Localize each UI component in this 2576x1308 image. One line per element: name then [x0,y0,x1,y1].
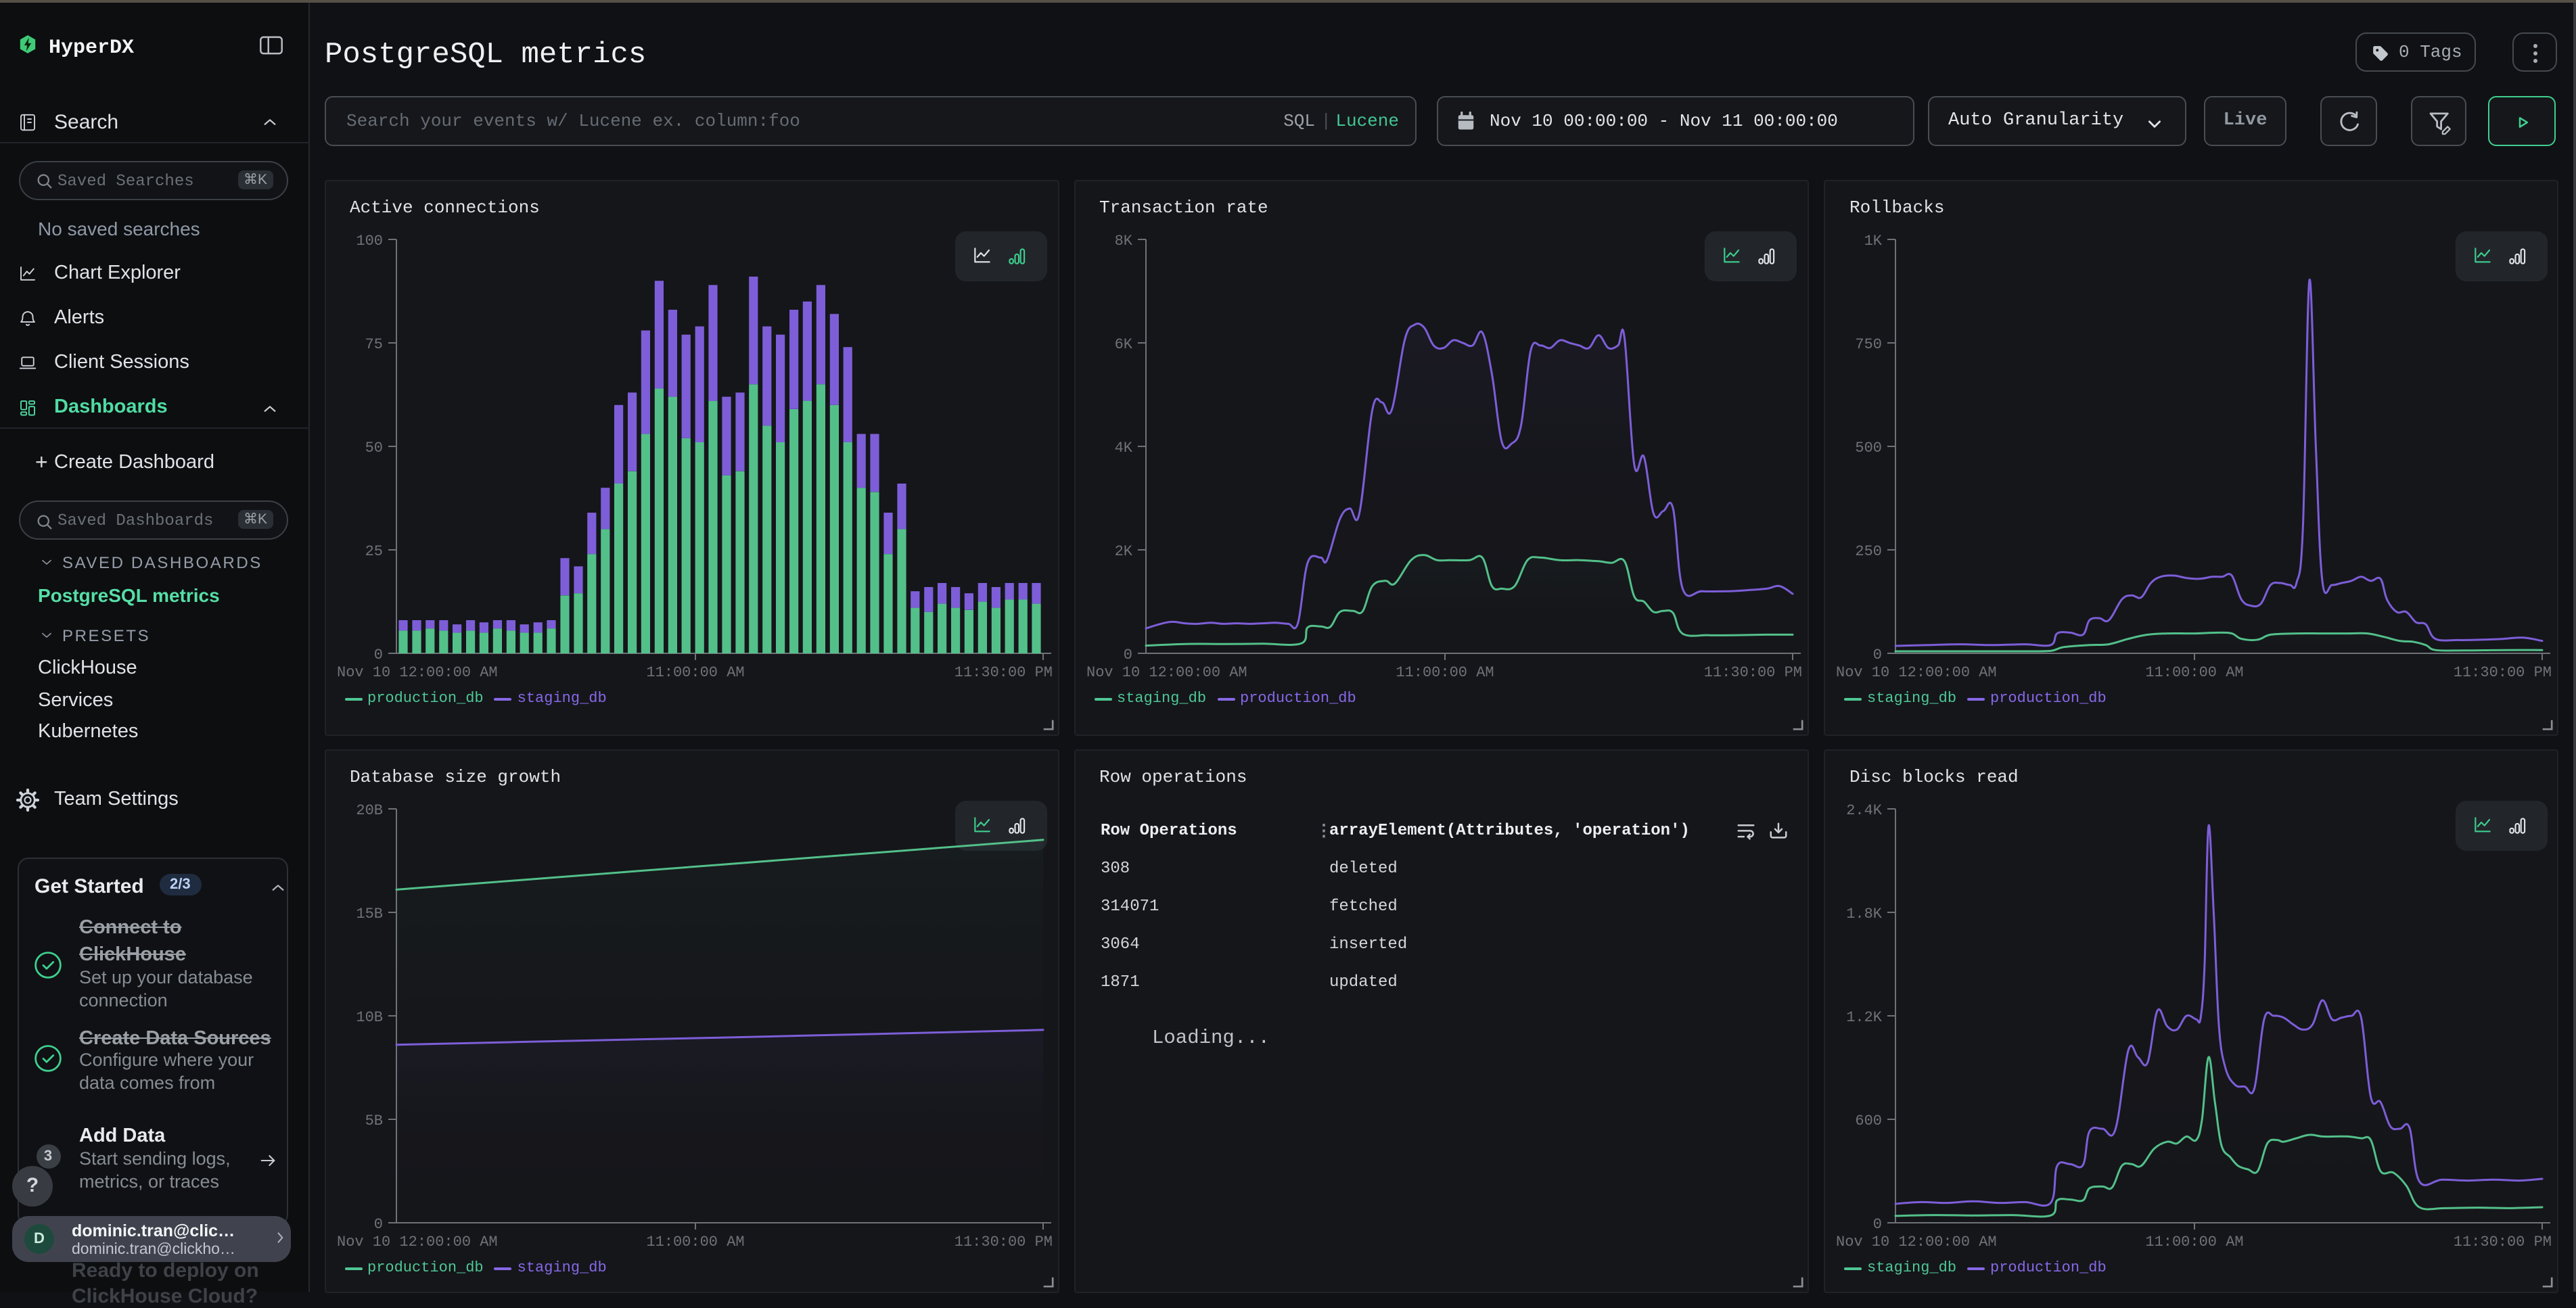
svg-text:2.4K: 2.4K [1846,802,1883,819]
svg-text:20B: 20B [355,802,382,819]
svg-text:10B: 10B [355,1009,382,1026]
svg-text:11:30:00 PM: 11:30:00 PM [954,1234,1052,1251]
svg-text:Nov 10 12:00:00 AM: Nov 10 12:00:00 AM [336,1234,497,1251]
svg-text:1.2K: 1.2K [1846,1009,1883,1026]
svg-text:11:00:00 AM: 11:00:00 AM [1395,664,1493,681]
svg-text:0: 0 [1873,647,1882,663]
svg-text:750: 750 [1855,336,1882,353]
svg-text:2K: 2K [1114,543,1132,560]
svg-text:0: 0 [373,647,382,663]
svg-text:25: 25 [365,543,382,560]
svg-text:1K: 1K [1864,233,1883,250]
svg-text:4K: 4K [1114,440,1132,457]
svg-text:75: 75 [365,336,382,353]
svg-text:500: 500 [1855,440,1882,457]
svg-text:1.8K: 1.8K [1846,906,1883,922]
svg-text:50: 50 [365,440,382,457]
svg-text:11:00:00 AM: 11:00:00 AM [645,1234,743,1251]
svg-text:0: 0 [373,1216,382,1233]
svg-text:Nov 10 12:00:00 AM: Nov 10 12:00:00 AM [1836,1234,1997,1251]
svg-text:11:00:00 AM: 11:00:00 AM [645,664,743,681]
svg-text:250: 250 [1855,543,1882,560]
svg-text:11:00:00 AM: 11:00:00 AM [2145,664,2243,681]
svg-text:Nov 10 12:00:00 AM: Nov 10 12:00:00 AM [1836,664,1997,681]
svg-text:0: 0 [1123,647,1132,663]
svg-text:Nov 10 12:00:00 AM: Nov 10 12:00:00 AM [336,664,497,681]
svg-text:11:30:00 PM: 11:30:00 PM [2454,664,2552,681]
svg-text:11:30:00 PM: 11:30:00 PM [954,664,1052,681]
svg-text:15B: 15B [355,906,382,922]
svg-text:11:30:00 PM: 11:30:00 PM [1703,664,1801,681]
svg-text:11:30:00 PM: 11:30:00 PM [2454,1234,2552,1251]
svg-text:600: 600 [1855,1113,1882,1129]
svg-text:11:00:00 AM: 11:00:00 AM [2145,1234,2243,1251]
svg-text:8K: 8K [1114,233,1132,250]
svg-text:5B: 5B [365,1113,382,1129]
svg-text:Nov 10 12:00:00 AM: Nov 10 12:00:00 AM [1086,664,1247,681]
svg-text:0: 0 [1873,1216,1882,1233]
svg-text:100: 100 [355,233,382,250]
svg-text:6K: 6K [1114,336,1132,353]
